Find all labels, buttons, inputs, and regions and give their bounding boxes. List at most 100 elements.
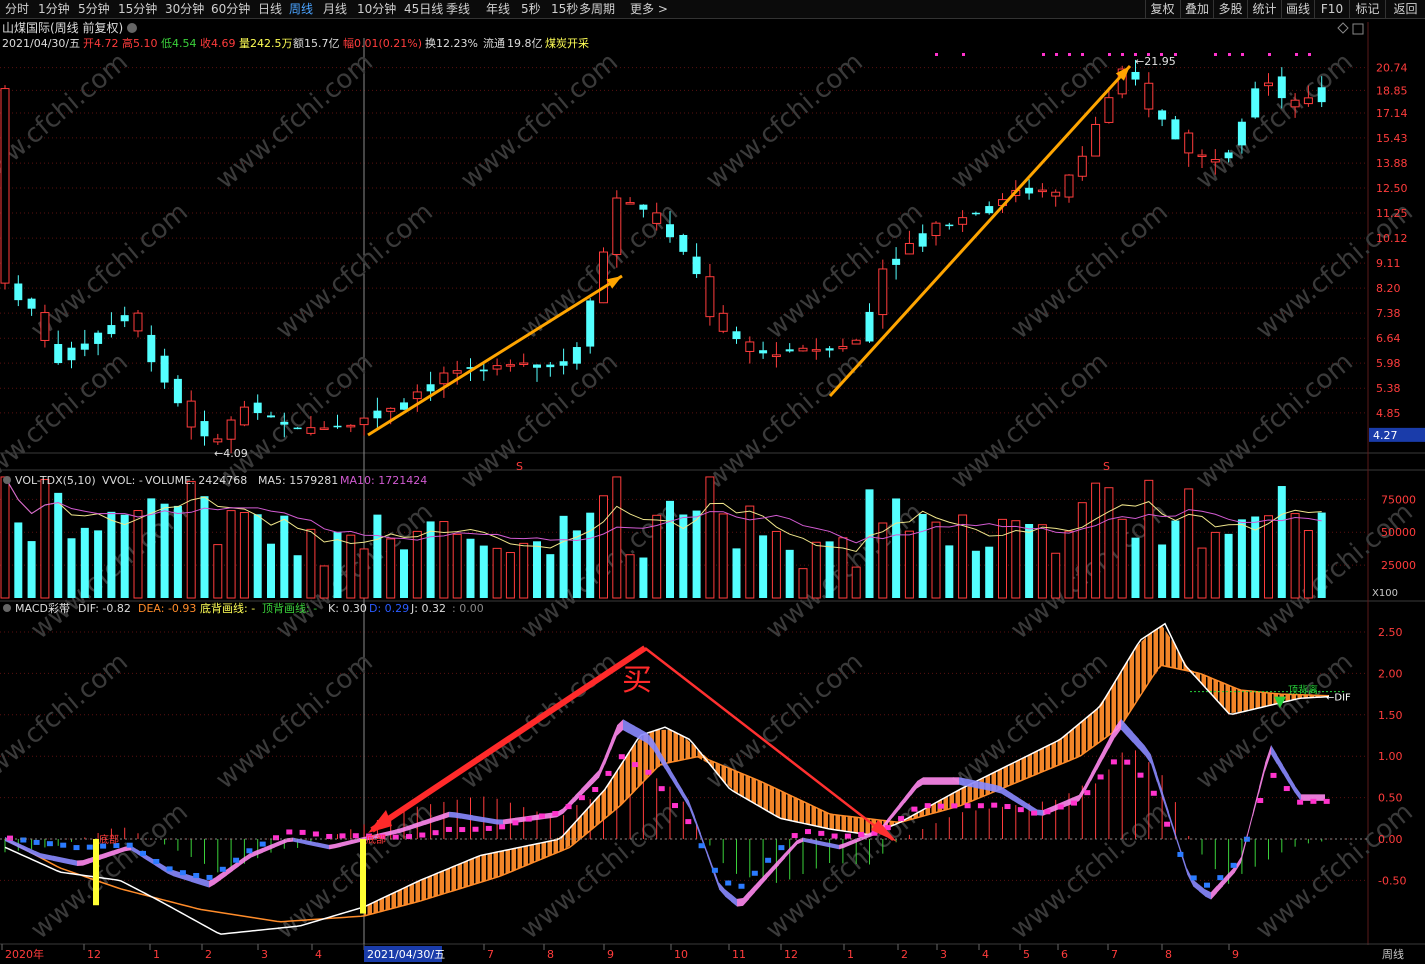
macd-dot bbox=[485, 825, 492, 831]
volume-bar-up bbox=[931, 521, 941, 599]
macd-dot bbox=[525, 816, 532, 822]
volume-bar-up bbox=[705, 476, 715, 599]
color-band-segment bbox=[311, 841, 317, 847]
period-tab-3[interactable]: 15分钟 bbox=[118, 1, 157, 17]
period-tab-16[interactable]: 更多 > bbox=[630, 1, 668, 17]
macd-dot bbox=[658, 786, 665, 792]
macd-dot bbox=[977, 803, 984, 809]
color-band-segment bbox=[53, 855, 59, 863]
candle-body-down bbox=[892, 258, 901, 265]
period-tab-5[interactable]: 60分钟 bbox=[211, 1, 250, 17]
toolbar-button-4[interactable]: 画线 bbox=[1281, 0, 1314, 18]
macd-extra-value: : 0.00 bbox=[452, 602, 484, 615]
macd-dot bbox=[432, 830, 439, 836]
toolbar-button-1[interactable]: 叠加 bbox=[1180, 0, 1213, 18]
color-band-segment bbox=[1013, 794, 1019, 805]
color-band-segment bbox=[629, 722, 635, 737]
time-axis-label: 9 bbox=[607, 948, 614, 961]
toolbar-button-6[interactable]: 标记 bbox=[1349, 0, 1385, 18]
title-dropdown-icon bbox=[127, 23, 137, 33]
macd-dot bbox=[206, 874, 213, 880]
color-band-segment bbox=[695, 817, 701, 839]
macd-dot bbox=[1257, 798, 1264, 804]
volume-bar-down bbox=[200, 496, 209, 598]
color-band-segment bbox=[605, 741, 611, 765]
candle-body-down bbox=[785, 349, 794, 352]
candle-body-down bbox=[173, 378, 182, 404]
color-band-segment bbox=[1229, 866, 1235, 880]
candle-body-down bbox=[400, 402, 408, 410]
period-tab-10[interactable]: 45日线 bbox=[404, 1, 443, 17]
header-field-1: 开 bbox=[83, 37, 94, 50]
period-tab-13[interactable]: 5秒 bbox=[521, 1, 541, 17]
candle-body-up bbox=[412, 391, 422, 400]
volume-bar-up bbox=[386, 538, 396, 599]
toolbar-button-7[interactable]: 返回 bbox=[1385, 0, 1425, 18]
volume-bar-down bbox=[120, 514, 129, 598]
header-field-2: 4.72 bbox=[94, 37, 119, 50]
volume-bar-down bbox=[426, 521, 435, 598]
volume-bar-up bbox=[1011, 520, 1021, 599]
candle-body-up bbox=[1210, 158, 1220, 163]
volume-bar-down bbox=[1171, 520, 1180, 598]
volume-bar-down bbox=[373, 514, 382, 598]
time-axis-label: 12 bbox=[784, 948, 798, 961]
candle-body-up bbox=[1184, 132, 1194, 154]
period-tab-12[interactable]: 年线 bbox=[486, 1, 510, 17]
time-axis-label: 7 bbox=[1111, 948, 1118, 961]
current-price-label: 4.27 bbox=[1373, 429, 1398, 442]
signal-dot bbox=[1228, 53, 1231, 56]
period-tab-4[interactable]: 30分钟 bbox=[165, 1, 204, 17]
toolbar-button-5[interactable]: F10 bbox=[1314, 0, 1349, 18]
volume-bar-down bbox=[759, 535, 768, 598]
color-band-segment bbox=[1193, 879, 1199, 892]
period-tab-11[interactable]: 季线 bbox=[446, 1, 470, 17]
period-tab-1[interactable]: 1分钟 bbox=[38, 1, 70, 17]
period-tab-14[interactable]: 15秒 bbox=[551, 1, 578, 17]
candle-body-down bbox=[253, 402, 262, 414]
time-axis-label: 2021/04/30/五 bbox=[367, 948, 445, 961]
candle-body-up bbox=[1264, 82, 1273, 87]
period-tab-7[interactable]: 周线 bbox=[289, 1, 313, 17]
macd-dot bbox=[7, 835, 13, 841]
toolbar-button-2[interactable]: 多股 bbox=[1213, 0, 1247, 18]
header-field-7: 收 bbox=[200, 36, 211, 50]
volume-title: VOL-TDX(5,10) bbox=[15, 474, 96, 487]
signal-dot bbox=[1042, 53, 1045, 56]
period-tab-2[interactable]: 5分钟 bbox=[78, 1, 110, 17]
color-band-segment bbox=[623, 719, 629, 734]
volume-bar-down bbox=[1237, 519, 1246, 598]
macd-dot bbox=[1031, 810, 1038, 816]
toolbar-button-0[interactable]: 复权 bbox=[1145, 0, 1179, 18]
candle-body-down bbox=[67, 347, 76, 361]
macd-dot bbox=[1283, 786, 1290, 792]
period-tab-15[interactable]: 多周期 bbox=[579, 1, 615, 17]
macd-dot bbox=[672, 803, 678, 809]
color-band-segment bbox=[47, 854, 53, 861]
candle-body-up bbox=[1197, 154, 1207, 157]
candle-body-down bbox=[1025, 187, 1034, 194]
macd-dot bbox=[1230, 862, 1237, 868]
signal-mark: S bbox=[516, 460, 523, 473]
candle-body-up bbox=[1064, 174, 1074, 198]
period-toolbar: 分时 1分钟 5分钟 15分钟 30分钟 60分钟 日线 周线 月线 10分钟 45日线 季线 年线 5秒… bbox=[0, 0, 1425, 19]
time-axis-label: 7 bbox=[487, 948, 494, 961]
color-band-segment bbox=[449, 811, 455, 818]
signal-dot bbox=[1068, 53, 1071, 56]
period-tab-6[interactable]: 日线 bbox=[258, 1, 282, 17]
macd-dot bbox=[725, 880, 732, 886]
macd-dot bbox=[698, 843, 705, 849]
macd-dot bbox=[219, 866, 226, 872]
candle-body-down bbox=[479, 369, 488, 372]
period-tab-9[interactable]: 10分钟 bbox=[357, 1, 396, 17]
volume-bar-down bbox=[692, 510, 701, 598]
toolbar-button-3[interactable]: 统计 bbox=[1247, 0, 1281, 18]
macd-dot bbox=[1204, 882, 1210, 888]
macd-axis-label: 2.00 bbox=[1378, 667, 1403, 680]
volume-bar-up bbox=[412, 530, 422, 599]
macd-dot bbox=[299, 829, 306, 835]
macd-dot bbox=[286, 829, 293, 835]
candle-body-down bbox=[759, 350, 768, 354]
period-tab-0[interactable]: 分时 bbox=[5, 1, 29, 17]
period-tab-8[interactable]: 月线 bbox=[323, 1, 347, 17]
